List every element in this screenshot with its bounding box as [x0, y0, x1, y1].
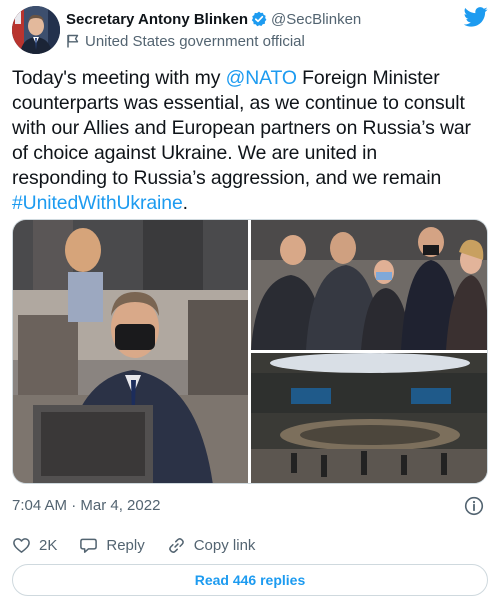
like-count: 2K [39, 536, 58, 554]
author-handle[interactable]: @SecBlinken [271, 11, 361, 28]
reply-button[interactable]: Reply [79, 536, 145, 555]
tweet-line-5: responding to Russia’s aggression, and w… [12, 167, 442, 189]
author-names: Secretary Antony Blinken @SecBlinken Uni… [66, 9, 361, 51]
photo-nato-conference-hall[interactable] [251, 353, 487, 483]
read-replies-button[interactable]: Read 446 replies [12, 564, 488, 596]
info-icon[interactable] [464, 496, 484, 516]
tweet-line-3: with our Allies and European partners on… [12, 117, 471, 139]
reply-label: Reply [106, 536, 145, 554]
tweet-text-segment: . [182, 192, 188, 214]
tweet-header: Secretary Antony Blinken @SecBlinken Uni… [12, 6, 488, 56]
government-official-label: United States government official [85, 32, 305, 50]
verified-badge-icon [251, 11, 267, 27]
nato-mention-link[interactable]: @NATO [226, 67, 297, 89]
tweet-text-segment: Foreign Minister [296, 67, 440, 89]
photo-ministers-conversation[interactable] [251, 220, 487, 350]
government-label-row: United States government official [66, 31, 361, 51]
copy-link-label: Copy link [193, 536, 256, 554]
timestamp[interactable]: 7:04 AM · Mar 4, 2022 [12, 497, 160, 514]
tweet-text-segment: Today's meeting with my [12, 67, 226, 89]
like-button[interactable]: 2K [12, 536, 57, 555]
flag-icon [67, 34, 79, 48]
heart-icon [13, 537, 30, 553]
author-display-name[interactable]: Secretary Antony Blinken [66, 11, 248, 28]
avatar[interactable] [12, 6, 60, 54]
tweet-line-1: Today's meeting with my @NATO Foreign Mi… [12, 66, 488, 91]
hashtag-link[interactable]: #UnitedWithUkraine [12, 192, 183, 214]
read-replies-label: Read 446 replies [194, 572, 306, 588]
action-bar: 2K Reply Copy link [12, 534, 488, 556]
tweet-text: Today's meeting with my @NATO Foreign Mi… [12, 66, 488, 216]
twitter-bird-icon[interactable] [464, 6, 488, 28]
tweet-line-4: of choice against Ukraine. We are united… [12, 142, 378, 164]
photo-blinken-at-desk[interactable] [13, 220, 248, 483]
name-row: Secretary Antony Blinken @SecBlinken [66, 9, 361, 29]
link-icon [168, 537, 184, 553]
copy-link-button[interactable]: Copy link [167, 536, 256, 555]
reply-icon [80, 538, 98, 553]
media-grid [12, 219, 488, 484]
tweet-line-2: counterparts was essential, as we contin… [12, 92, 465, 114]
tweet-card: Secretary Antony Blinken @SecBlinken Uni… [0, 0, 500, 612]
tweet-line-6: #UnitedWithUkraine. [12, 191, 488, 216]
tweet-meta: 7:04 AM · Mar 4, 2022 [12, 496, 488, 516]
